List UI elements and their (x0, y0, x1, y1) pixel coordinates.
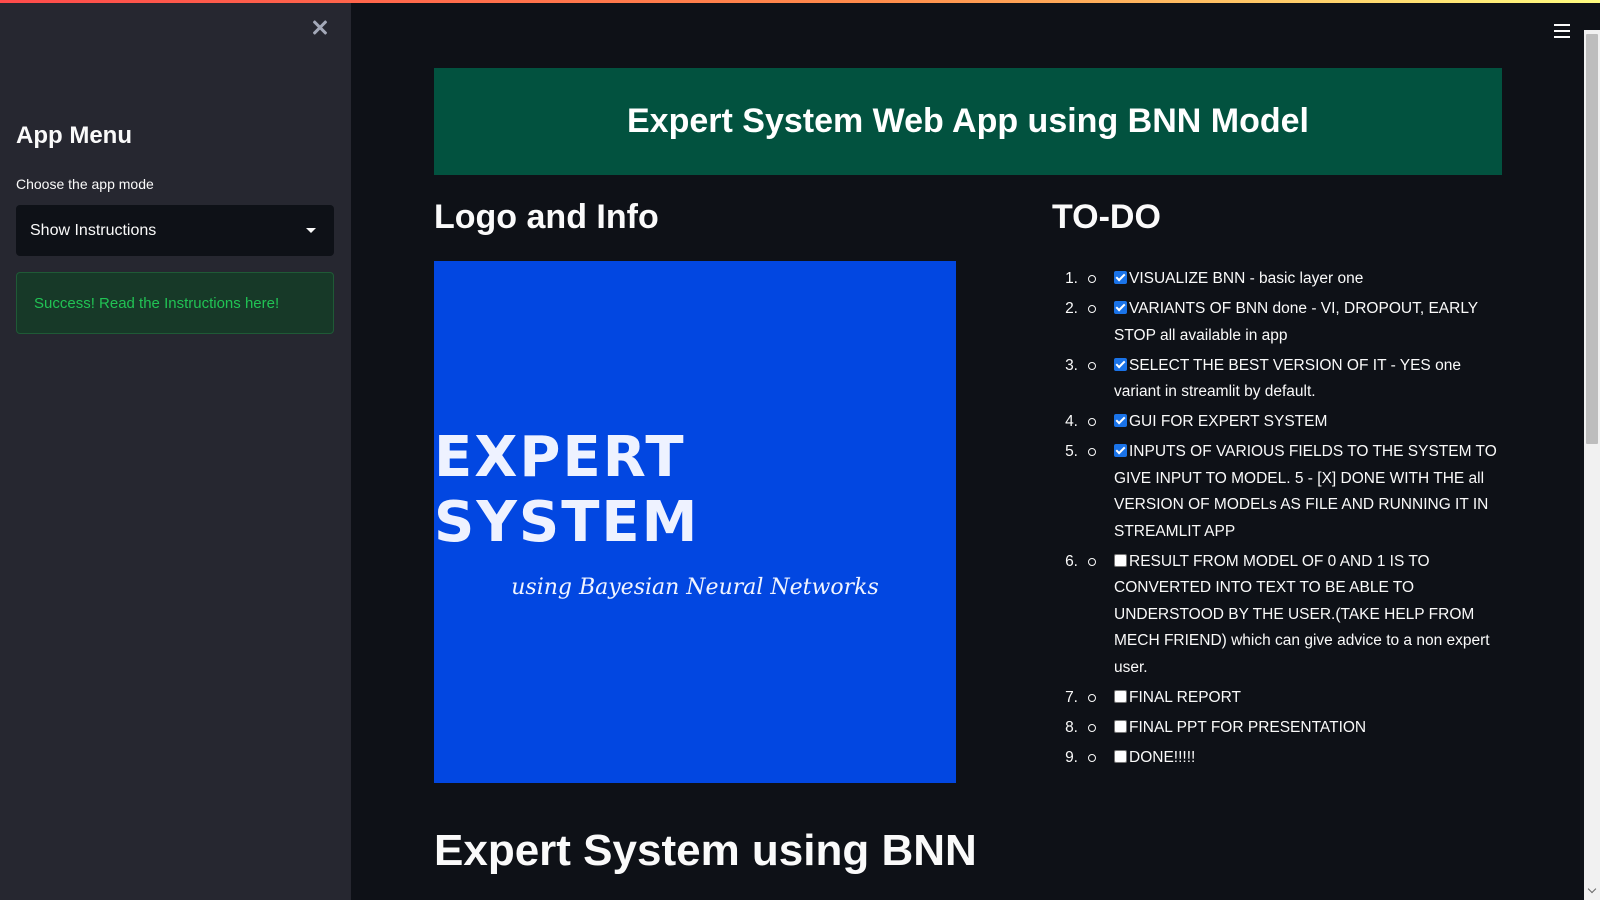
todo-item: 9. DONE!!!!! (1052, 745, 1504, 772)
app-mode-label: Choose the app mode (16, 176, 154, 192)
todo-number: 1. (1065, 270, 1078, 287)
sidebar: App Menu Choose the app mode Show Instru… (0, 0, 351, 900)
todo-text: RESULT FROM MODEL OF 0 AND 1 IS TO CONVE… (1114, 552, 1490, 676)
todo-text: FINAL PPT FOR PRESENTATION (1129, 718, 1367, 736)
checkbox-icon (1114, 414, 1127, 427)
todo-number: 8. (1065, 718, 1078, 736)
checkbox-icon (1114, 749, 1127, 763)
bullet-icon (1088, 275, 1096, 283)
bullet-icon (1088, 693, 1096, 702)
main-section-heading: Expert System using BNN (434, 826, 977, 875)
checkbox-icon (1114, 301, 1127, 314)
scrollbar-thumb[interactable] (1586, 34, 1598, 444)
bullet-icon (1088, 723, 1096, 732)
todo-text: GUI FOR EXPERT SYSTEM (1129, 413, 1328, 430)
todo-number: 7. (1065, 688, 1078, 706)
todo-section-heading: TO-DO (1052, 198, 1161, 236)
todo-text: VARIANTS OF BNN done - VI, DROPOUT, EARL… (1114, 300, 1478, 344)
bullet-icon (1088, 448, 1096, 456)
todo-list: 1. VISUALIZE BNN - basic layer one 2. VA… (1052, 266, 1504, 775)
logo-image: EXPERT SYSTEM using Bayesian Neural Netw… (434, 261, 956, 783)
todo-text: FINAL REPORT (1129, 688, 1241, 706)
title-banner: Expert System Web App using BNN Model (434, 68, 1502, 175)
close-icon[interactable] (308, 16, 332, 40)
todo-number: 4. (1065, 413, 1078, 430)
checkbox-icon (1114, 444, 1127, 457)
todo-item: 3. SELECT THE BEST VERSION OF IT - YES o… (1052, 353, 1504, 406)
checkbox-icon (1114, 271, 1127, 284)
todo-number: 2. (1065, 300, 1078, 317)
todo-number: 6. (1065, 552, 1078, 570)
todo-item: 8. FINAL PPT FOR PRESENTATION (1052, 715, 1504, 742)
bullet-icon (1088, 418, 1096, 426)
todo-number: 3. (1065, 356, 1078, 374)
todo-item: 1. VISUALIZE BNN - basic layer one (1052, 266, 1504, 293)
success-alert-text: Success! Read the Instructions here! (34, 294, 280, 312)
checkbox-icon (1114, 357, 1127, 371)
top-decoration-stripe (0, 0, 1600, 3)
todo-item: 6. RESULT FROM MODEL OF 0 AND 1 IS TO CO… (1052, 549, 1504, 682)
success-alert: Success! Read the Instructions here! (16, 272, 334, 334)
sidebar-title: App Menu (16, 122, 132, 149)
todo-item: 4. GUI FOR EXPERT SYSTEM (1052, 409, 1504, 436)
logo-sub-text: using Bayesian Neural Networks (511, 574, 879, 600)
logo-main-text: EXPERT SYSTEM (434, 424, 700, 555)
todo-number: 9. (1065, 748, 1078, 766)
todo-number: 5. (1065, 443, 1078, 460)
checkbox-icon (1114, 689, 1127, 703)
checkbox-icon (1114, 553, 1127, 567)
todo-text: DONE!!!!! (1129, 748, 1196, 766)
todo-item: 2. VARIANTS OF BNN done - VI, DROPOUT, E… (1052, 296, 1504, 349)
bullet-icon (1088, 305, 1096, 313)
hamburger-menu-icon[interactable] (1554, 24, 1570, 38)
todo-text: VISUALIZE BNN - basic layer one (1129, 270, 1364, 287)
chevron-down-icon (306, 228, 316, 233)
logo-section-heading: Logo and Info (434, 198, 659, 236)
app-mode-select[interactable]: Show Instructions (16, 205, 334, 256)
page-title: Expert System Web App using BNN Model (627, 102, 1309, 140)
app-mode-select-value: Show Instructions (30, 221, 157, 239)
todo-item: 7. FINAL REPORT (1052, 685, 1504, 712)
todo-text: INPUTS OF VARIOUS FIELDS TO THE SYSTEM T… (1114, 443, 1497, 540)
checkbox-icon (1114, 719, 1127, 733)
bullet-icon (1088, 361, 1096, 370)
todo-item: 5. INPUTS OF VARIOUS FIELDS TO THE SYSTE… (1052, 439, 1504, 545)
bullet-icon (1088, 557, 1096, 566)
todo-text: SELECT THE BEST VERSION OF IT - YES one … (1114, 356, 1461, 401)
bullet-icon (1088, 753, 1096, 762)
